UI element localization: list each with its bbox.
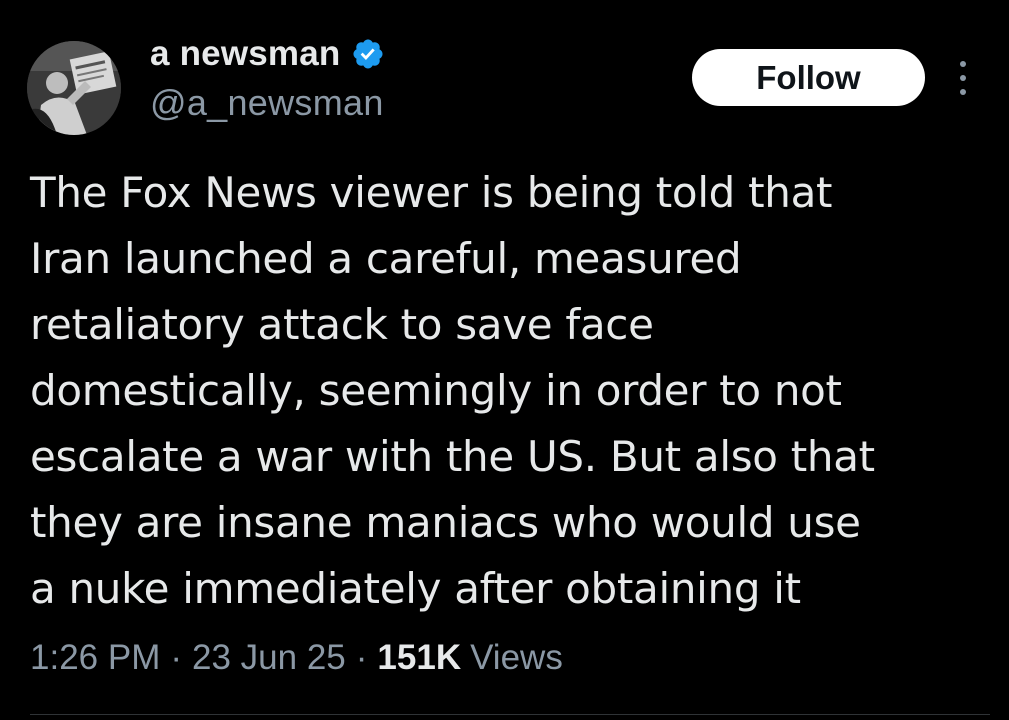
author-handle[interactable]: @a_newsman — [150, 82, 384, 124]
views-label: Views — [470, 638, 563, 677]
tweet-text-line: The Fox News viewer is being told that — [30, 168, 833, 217]
tweet-text-line: domestically, seemingly in order to not — [30, 366, 842, 415]
divider — [30, 714, 990, 715]
more-dot — [960, 75, 966, 81]
tweet-text-line: escalate a war with the US. But also tha… — [30, 432, 875, 481]
tweet-text-line: Iran launched a careful, measured — [30, 234, 742, 283]
tweet-meta: 1:26 PM · 23 Jun 25 · 151K Views — [30, 638, 563, 678]
views-count[interactable]: 151K — [377, 638, 461, 678]
verified-badge-icon — [352, 39, 383, 69]
tweet-text-line: retaliatory attack to save face — [30, 300, 654, 349]
tweet-card: a newsman @a_newsman Follow The Fox News… — [0, 0, 1009, 720]
tweet-time[interactable]: 1:26 PM — [30, 638, 160, 678]
more-options-icon[interactable] — [953, 61, 973, 95]
author-name-row[interactable]: a newsman — [150, 32, 385, 76]
meta-separator: · — [355, 638, 368, 677]
avatar[interactable] — [27, 41, 121, 135]
meta-separator: · — [170, 638, 183, 677]
author-display-name[interactable]: a newsman — [150, 34, 341, 74]
tweet-text-line: a nuke immediately after obtaining it — [30, 564, 801, 613]
tweet-date[interactable]: 23 Jun 25 — [192, 638, 346, 678]
more-dot — [960, 61, 966, 67]
tweet-text-line: they are insane maniacs who would use — [30, 498, 861, 547]
tweet-text: The Fox News viewer is being told that I… — [30, 160, 990, 622]
more-dot — [960, 89, 966, 95]
follow-button[interactable]: Follow — [692, 49, 925, 106]
avatar-photo-icon — [27, 41, 121, 135]
